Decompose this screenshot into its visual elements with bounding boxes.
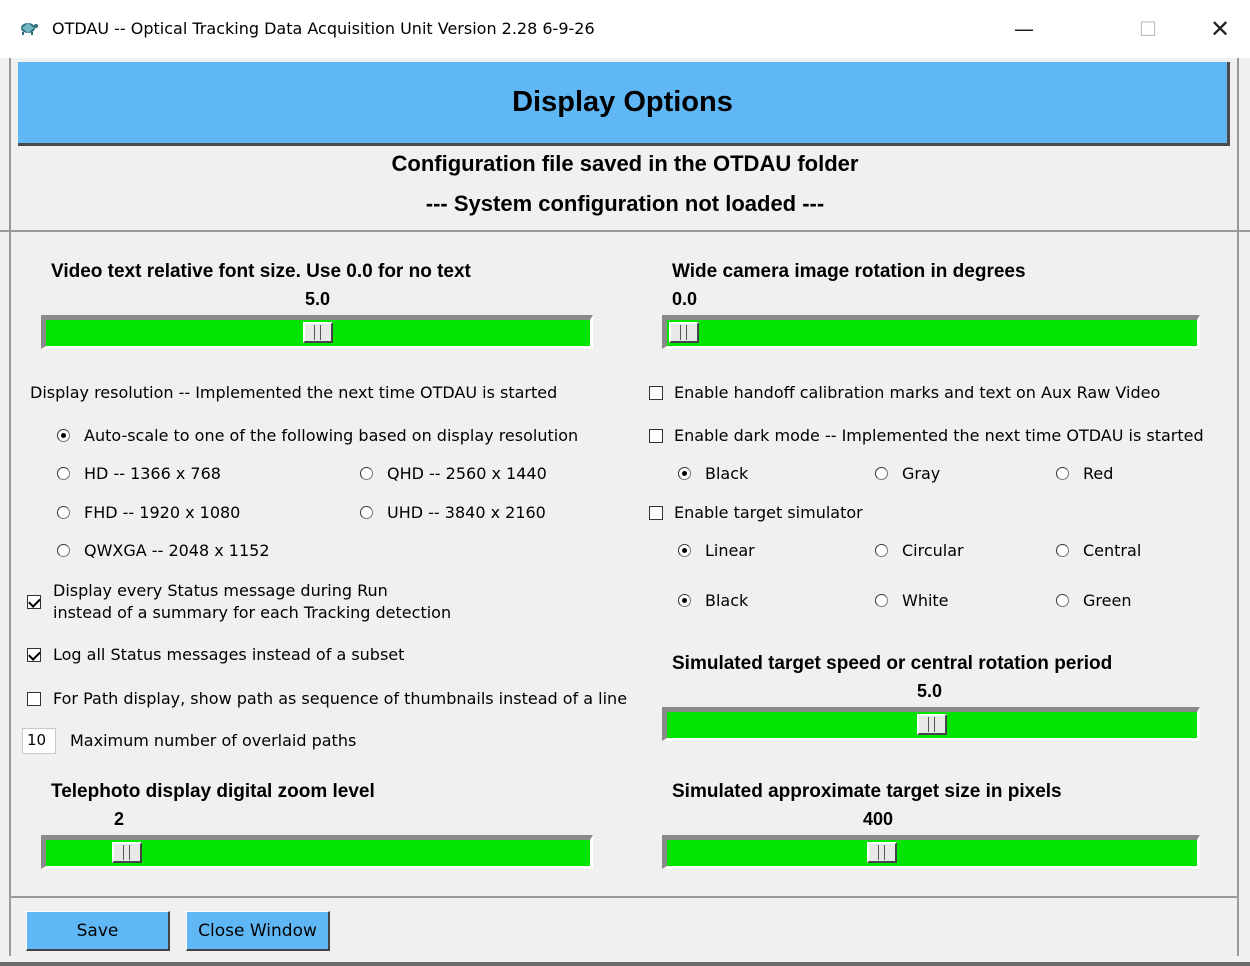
zoom-label: Telephoto display digital zoom level	[51, 781, 375, 802]
handoff-marks-label: Enable handoff calibration marks and tex…	[674, 383, 1161, 402]
qwxga-radio[interactable]	[57, 544, 70, 557]
dark-red-label: Red	[1083, 464, 1114, 483]
window-title: OTDAU -- Optical Tracking Data Acquisiti…	[52, 19, 595, 38]
status-every-label-line2: instead of a summary for each Tracking d…	[53, 603, 452, 622]
target-size-slider[interactable]	[662, 835, 1200, 869]
target-sim-label: Enable target simulator	[674, 503, 863, 522]
target-sim-checkbox[interactable]	[649, 506, 663, 520]
target-white-label: White	[902, 591, 949, 610]
section-divider	[0, 230, 1250, 232]
close-window-button[interactable]: Close Window	[186, 911, 330, 951]
linear-radio[interactable]	[678, 544, 691, 557]
auto-scale-label: Auto-scale to one of the following based…	[84, 426, 579, 445]
page-title: Display Options	[512, 86, 733, 118]
dark-black-radio[interactable]	[678, 467, 691, 480]
hd-label: HD -- 1366 x 768	[84, 464, 221, 483]
central-radio[interactable]	[1056, 544, 1069, 557]
save-button[interactable]: Save	[26, 911, 170, 951]
max-paths-input[interactable]: 10	[22, 728, 56, 754]
rotation-slider[interactable]	[662, 315, 1200, 349]
minimize-button[interactable]: —	[1002, 12, 1046, 46]
font-size-value: 5.0	[305, 289, 331, 309]
maximize-button[interactable]: ☐	[1126, 12, 1170, 46]
handoff-marks-checkbox[interactable]	[649, 386, 663, 400]
target-speed-slider[interactable]	[662, 707, 1200, 741]
target-green-radio[interactable]	[1056, 594, 1069, 607]
hd-radio[interactable]	[57, 467, 70, 480]
dark-gray-radio[interactable]	[875, 467, 888, 480]
qhd-label: QHD -- 2560 x 1440	[387, 464, 547, 483]
zoom-slider-thumb[interactable]	[112, 842, 142, 863]
target-black-label: Black	[705, 591, 749, 610]
path-thumbnails-checkbox[interactable]	[27, 692, 41, 706]
status-every-label-line1: Display every Status message during Run	[53, 581, 388, 600]
config-status-text: Configuration file saved in the OTDAU fo…	[391, 151, 859, 176]
log-all-checkbox[interactable]	[27, 648, 41, 662]
turtle-icon	[21, 23, 38, 35]
status-every-checkbox[interactable]	[27, 595, 41, 609]
target-size-slider-thumb[interactable]	[867, 842, 897, 863]
target-speed-value: 5.0	[917, 681, 943, 701]
target-size-label: Simulated approximate target size in pix…	[672, 781, 1062, 802]
target-black-radio[interactable]	[678, 594, 691, 607]
fhd-radio[interactable]	[57, 506, 70, 519]
max-paths-label: Maximum number of overlaid paths	[70, 731, 357, 750]
dark-red-radio[interactable]	[1056, 467, 1069, 480]
auto-scale-radio[interactable]	[57, 429, 70, 442]
dark-mode-label: Enable dark mode -- Implemented the next…	[674, 426, 1204, 445]
target-speed-label: Simulated target speed or central rotati…	[672, 653, 1113, 674]
target-green-label: Green	[1083, 591, 1132, 610]
dark-black-label: Black	[705, 464, 749, 483]
central-label: Central	[1083, 541, 1142, 560]
section-divider	[9, 896, 1237, 898]
dark-gray-label: Gray	[902, 464, 941, 483]
dark-mode-checkbox[interactable]	[649, 429, 663, 443]
fhd-label: FHD -- 1920 x 1080	[84, 503, 241, 522]
font-size-slider[interactable]	[41, 315, 593, 349]
target-white-radio[interactable]	[875, 594, 888, 607]
window-bottom-border	[0, 962, 1250, 966]
linear-label: Linear	[705, 541, 755, 560]
rotation-slider-thumb[interactable]	[669, 322, 699, 343]
target-size-value: 400	[863, 809, 894, 829]
circular-label: Circular	[902, 541, 964, 560]
font-size-label: Video text relative font size. Use 0.0 f…	[51, 261, 471, 282]
log-all-label: Log all Status messages instead of a sub…	[53, 645, 405, 664]
qwxga-label: QWXGA -- 2048 x 1152	[84, 541, 270, 560]
qhd-radio[interactable]	[360, 467, 373, 480]
close-window-icon[interactable]: ✕	[1198, 12, 1242, 46]
rotation-label: Wide camera image rotation in degrees	[672, 261, 1026, 282]
zoom-value: 2	[114, 809, 125, 829]
target-speed-slider-thumb[interactable]	[917, 714, 947, 735]
circular-radio[interactable]	[875, 544, 888, 557]
rotation-value: 0.0	[672, 289, 698, 309]
header-banner: Display Options	[18, 62, 1230, 146]
uhd-radio[interactable]	[360, 506, 373, 519]
system-status-text: --- System configuration not loaded ---	[425, 191, 825, 216]
path-thumbnails-label: For Path display, show path as sequence …	[53, 689, 628, 708]
zoom-slider[interactable]	[41, 835, 593, 869]
resolution-label: Display resolution -- Implemented the ne…	[30, 383, 558, 402]
font-size-slider-thumb[interactable]	[303, 322, 333, 343]
uhd-label: UHD -- 3840 x 2160	[387, 503, 546, 522]
